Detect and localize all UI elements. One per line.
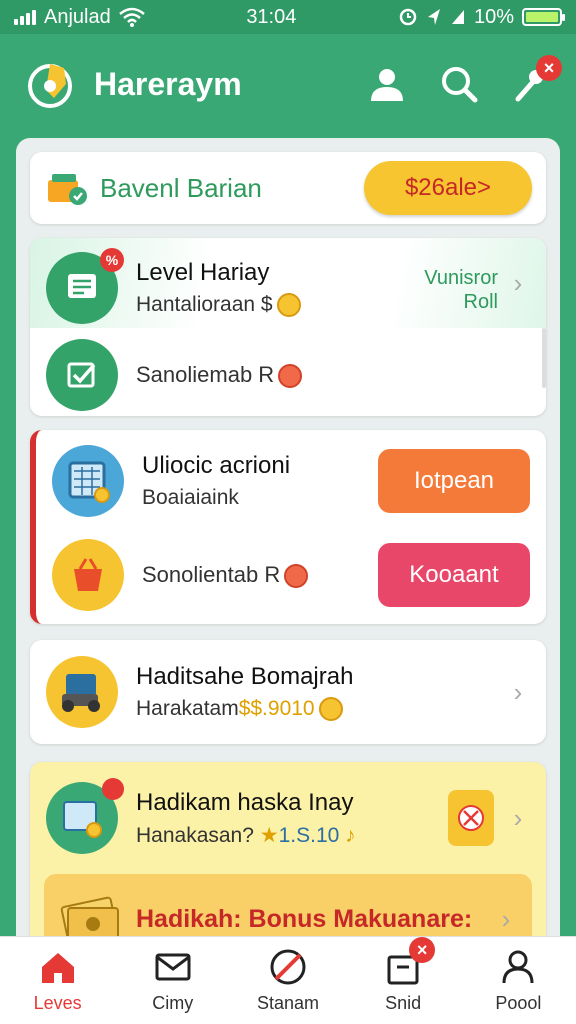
app-logo-icon[interactable] [24, 56, 80, 112]
profile-icon[interactable] [366, 63, 408, 105]
unlock-second-label-text: Sonolientab R [142, 561, 281, 587]
chevron-right-icon[interactable]: › [506, 677, 530, 708]
yellow-text: Hadikam haska Inay Hanakasan? ★1.S.10 ♪ [136, 789, 448, 848]
unlock-second-row[interactable]: Sonolientab R Kooaant [36, 530, 546, 620]
chevron-right-icon[interactable]: › [494, 904, 518, 935]
signal-small-icon [451, 10, 464, 24]
hard-row[interactable]: Haditsahe Bomajrah Harakatam$$.9010 › [30, 640, 546, 744]
home-icon [38, 947, 78, 987]
unlock-top-button[interactable]: Iotpean [378, 449, 530, 513]
level-second-label: Sanoliemab R [136, 361, 530, 389]
yellow-subtitle: Hanakasan? ★1.S.10 ♪ [136, 823, 448, 848]
yellow-card: Hadikam haska Inay Hanakasan? ★1.S.10 ♪ … [30, 762, 546, 958]
chevron-right-icon[interactable]: › [506, 803, 530, 834]
checkbox-icon [46, 339, 118, 411]
yellow-sub-prefix: Hanakasan? [136, 823, 254, 847]
profile-icon [498, 947, 538, 987]
machine-icon [46, 656, 118, 728]
alarm-icon [399, 8, 417, 26]
nav-item-profile[interactable]: Poool [468, 947, 568, 1014]
nav-label-profile: Poool [495, 993, 542, 1013]
status-time: 31:04 [246, 5, 297, 28]
no-entry-badge-icon[interactable] [448, 790, 494, 846]
tablet-icon [52, 445, 124, 517]
level-subtitle-text: Hantalioraan $ [136, 292, 273, 316]
nav-label-no-ads: Stanam [256, 993, 319, 1013]
search-icon[interactable] [438, 63, 480, 105]
unlock-second-text: Sonolientab R [142, 561, 378, 589]
nav-bag-badge: × [409, 937, 436, 963]
nav-item-home[interactable]: Leves [8, 947, 108, 1014]
bonus-title: Hadikah: Bonus Makuanare: [136, 904, 473, 933]
status-right: 10% [398, 5, 565, 29]
coin-icon [318, 697, 343, 722]
battery-text: 10% [473, 5, 514, 28]
unlock-card: Uliocic acrioni Boaiaiaink Iotpean Sonol… [30, 430, 546, 624]
scrollbar[interactable] [542, 328, 546, 388]
promo-sale-button[interactable]: $26ale> [364, 161, 532, 215]
main-panel: Bavenl Barian $26ale> % Level Hariay Han… [16, 138, 560, 958]
status-bar: Anjulad 31:04 10% [0, 0, 576, 34]
unlock-row[interactable]: Uliocic acrioni Boaiaiaink Iotpean [36, 436, 546, 526]
hard-subtitle: Harakatam$$.9010 [136, 696, 506, 722]
nav-item-bag[interactable]: × Snid [353, 937, 453, 1014]
pin-icon[interactable]: × [510, 55, 562, 105]
hard-sub-prefix: Harakatam [136, 696, 239, 720]
signal-icon [14, 9, 36, 25]
yellow-row[interactable]: Hadikam haska Inay Hanakasan? ★1.S.10 ♪ … [30, 766, 546, 870]
nav-label-home: Leves [33, 993, 82, 1013]
unlock-title: Uliocic acrioni [142, 452, 291, 479]
level-second-text: Sanoliemab R [136, 361, 530, 389]
nav-item-no-ads[interactable]: Stanam [238, 947, 338, 1014]
promo-text: Bavenl Barian [100, 172, 262, 203]
mail-icon [153, 947, 193, 987]
yellow-sub-suffix: ♪ [345, 823, 356, 847]
carrier-text: Anjulad [44, 5, 111, 28]
hard-card[interactable]: Haditsahe Bomajrah Harakatam$$.9010 › [30, 640, 546, 744]
bottom-nav: Leves Cimy Stanam × Snid Poool [0, 936, 576, 1024]
header-icons: × [366, 55, 562, 105]
notification-badge: × [536, 55, 562, 81]
unlock-second-label: Sonolientab R [142, 561, 378, 589]
gift-box-icon [44, 166, 88, 210]
level-badge: % [100, 248, 124, 272]
nav-item-mail[interactable]: Cimy [123, 947, 223, 1014]
unlock-subtitle: Boaiaiaink [142, 486, 239, 509]
unlock-text: Uliocic acrioni Boaiaiaink [142, 452, 378, 510]
app-title: Hareraym [94, 65, 242, 102]
level-second-label-text: Sanoliemab R [136, 361, 275, 387]
bag-icon: × [383, 937, 436, 987]
coin-icon [278, 364, 303, 389]
hard-text: Haditsahe Bomajrah Harakatam$$.9010 [136, 662, 506, 722]
level-card: % Level Hariay Hantalioraan $ Vunisror R… [30, 238, 546, 416]
nav-label-mail: Cimy [152, 993, 194, 1013]
hard-title: Haditsahe Bomajrah [136, 662, 354, 690]
star-icon: ★ [259, 823, 279, 847]
location-icon [427, 9, 440, 25]
app-header: Hareraym × [0, 34, 576, 134]
coin-icon [284, 564, 309, 589]
picture-badge-icon [102, 778, 124, 800]
chevron-right-icon[interactable]: › [506, 268, 530, 299]
no-ads-icon [268, 947, 308, 987]
promo-card[interactable]: Bavenl Barian $26ale> [30, 152, 546, 224]
coin-icon [276, 293, 301, 318]
wifi-icon [118, 7, 145, 27]
basket-icon [52, 539, 124, 611]
unlock-bottom-button[interactable]: Kooaant [378, 543, 530, 607]
level-second-row[interactable]: Sanoliemab R [30, 334, 546, 416]
yellow-sub-value: 1.S.10 [278, 823, 340, 847]
hard-sub-value: $$.9010 [238, 696, 315, 720]
yellow-title: Hadikam haska Inay [136, 788, 354, 816]
battery-icon [522, 8, 565, 26]
picture-icon [46, 778, 124, 854]
document-icon: % [46, 248, 124, 324]
status-left: Anjulad [14, 6, 145, 29]
nav-label-bag: Snid [385, 993, 422, 1013]
level-side-link[interactable]: Vunisror Roll [424, 266, 498, 314]
